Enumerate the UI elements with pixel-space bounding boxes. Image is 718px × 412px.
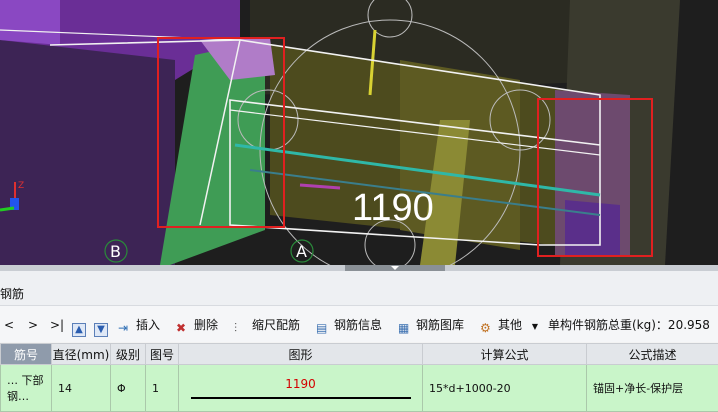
purple-slab-edge: [0, 0, 60, 45]
chevron-down-icon: ▼: [532, 322, 538, 331]
nav-prev-button[interactable]: <: [4, 316, 14, 334]
other-dropdown[interactable]: ⚙ 其他 ▼: [480, 316, 538, 334]
col-header-grade[interactable]: 级别: [111, 344, 146, 365]
delete-icon: ✖: [176, 319, 190, 333]
insert-icon: ⇥: [118, 319, 132, 333]
gizmo-x-axis: [0, 208, 14, 210]
rebar-toolbar: < > >| ▲ ▼ ⇥ 插入 ✖ 删除 ⫶ 缩尺配筋 ▤ 钢筋信息 ▦ 钢筋图库 ⚙ 其他…: [0, 306, 718, 342]
panel-title-bar: 钢筋: [0, 271, 718, 306]
axis-label-b: B: [110, 242, 121, 261]
cell-grade[interactable]: Φ: [111, 365, 146, 412]
move-down-button[interactable]: ▼: [94, 316, 112, 334]
rebar-info-button[interactable]: ▤ 钢筋信息: [316, 316, 382, 334]
rebar-library-button[interactable]: ▦ 钢筋图库: [398, 316, 464, 334]
col-header-figure[interactable]: 图形: [179, 344, 423, 365]
scale-rebar-label: 缩尺配筋: [252, 318, 300, 332]
gear-icon: ⚙: [480, 319, 494, 333]
table-header-row: 筋号 直径(mm) 级别 图号 图形 计算公式 公式描述: [1, 344, 718, 365]
cell-figure[interactable]: 1190: [179, 365, 423, 412]
col-header-formula[interactable]: 计算公式: [423, 344, 587, 365]
purple-slab-front: [0, 40, 175, 265]
insert-label: 插入: [136, 318, 160, 332]
document-icon: ▤: [316, 319, 330, 333]
rebar-library-label: 钢筋图库: [416, 318, 464, 332]
other-label: 其他: [498, 318, 522, 332]
cell-formula[interactable]: 15*d+1000-20: [423, 365, 587, 412]
arrow-down-icon: ▼: [94, 323, 108, 337]
rebar-panel: 钢筋 < > >| ▲ ▼ ⇥ 插入 ✖ 删除 ⫶ 缩尺配筋 ▤ 钢筋信息 ▦ 钢筋图库 …: [0, 271, 718, 411]
cell-figure-no[interactable]: 1: [146, 365, 179, 412]
gizmo-z-label: Z: [18, 181, 24, 191]
col-header-diameter[interactable]: 直径(mm): [52, 344, 111, 365]
col-header-figure-no[interactable]: 图号: [146, 344, 179, 365]
total-weight-label: 单构件钢筋总重(kg)：20.958: [548, 316, 710, 334]
rebar-info-label: 钢筋信息: [334, 318, 382, 332]
cell-description[interactable]: 锚固+净长-保护层: [587, 365, 718, 412]
figure-dimension: 1190: [179, 377, 422, 391]
figure-rebar-line: [191, 397, 411, 399]
scale-rebar-button[interactable]: ⫶ 缩尺配筋: [234, 316, 300, 334]
right-end-lower: [565, 200, 620, 255]
dimension-label: 1190: [352, 187, 434, 229]
axis-label-a: A: [296, 242, 307, 261]
cell-diameter[interactable]: 14: [52, 365, 111, 412]
move-up-button[interactable]: ▲: [72, 316, 90, 334]
viewport-canvas[interactable]: 1190 B A Z: [0, 0, 718, 265]
cell-rebar-name[interactable]: … 下部钢…: [1, 365, 52, 412]
ruler-icon: ⫶: [234, 319, 248, 333]
panel-title: 钢筋: [0, 285, 24, 302]
delete-label: 删除: [194, 318, 218, 332]
nav-next-button[interactable]: >: [28, 316, 38, 334]
col-header-description[interactable]: 公式描述: [587, 344, 718, 365]
arrow-up-icon: ▲: [72, 323, 86, 337]
insert-button[interactable]: ⇥ 插入: [118, 316, 160, 334]
nav-last-button[interactable]: >|: [50, 316, 64, 334]
library-icon: ▦: [398, 319, 412, 333]
model-viewport[interactable]: 1190 B A Z: [0, 0, 718, 265]
col-header-rebar-no[interactable]: 筋号: [1, 344, 52, 365]
delete-button[interactable]: ✖ 删除: [176, 316, 218, 334]
rebar-table: 筋号 直径(mm) 级别 图号 图形 计算公式 公式描述 … 下部钢… 14 Φ…: [0, 343, 718, 412]
table-row[interactable]: … 下部钢… 14 Φ 1 1190 15*d+1000-20 锚固+净长-保护…: [1, 365, 718, 412]
